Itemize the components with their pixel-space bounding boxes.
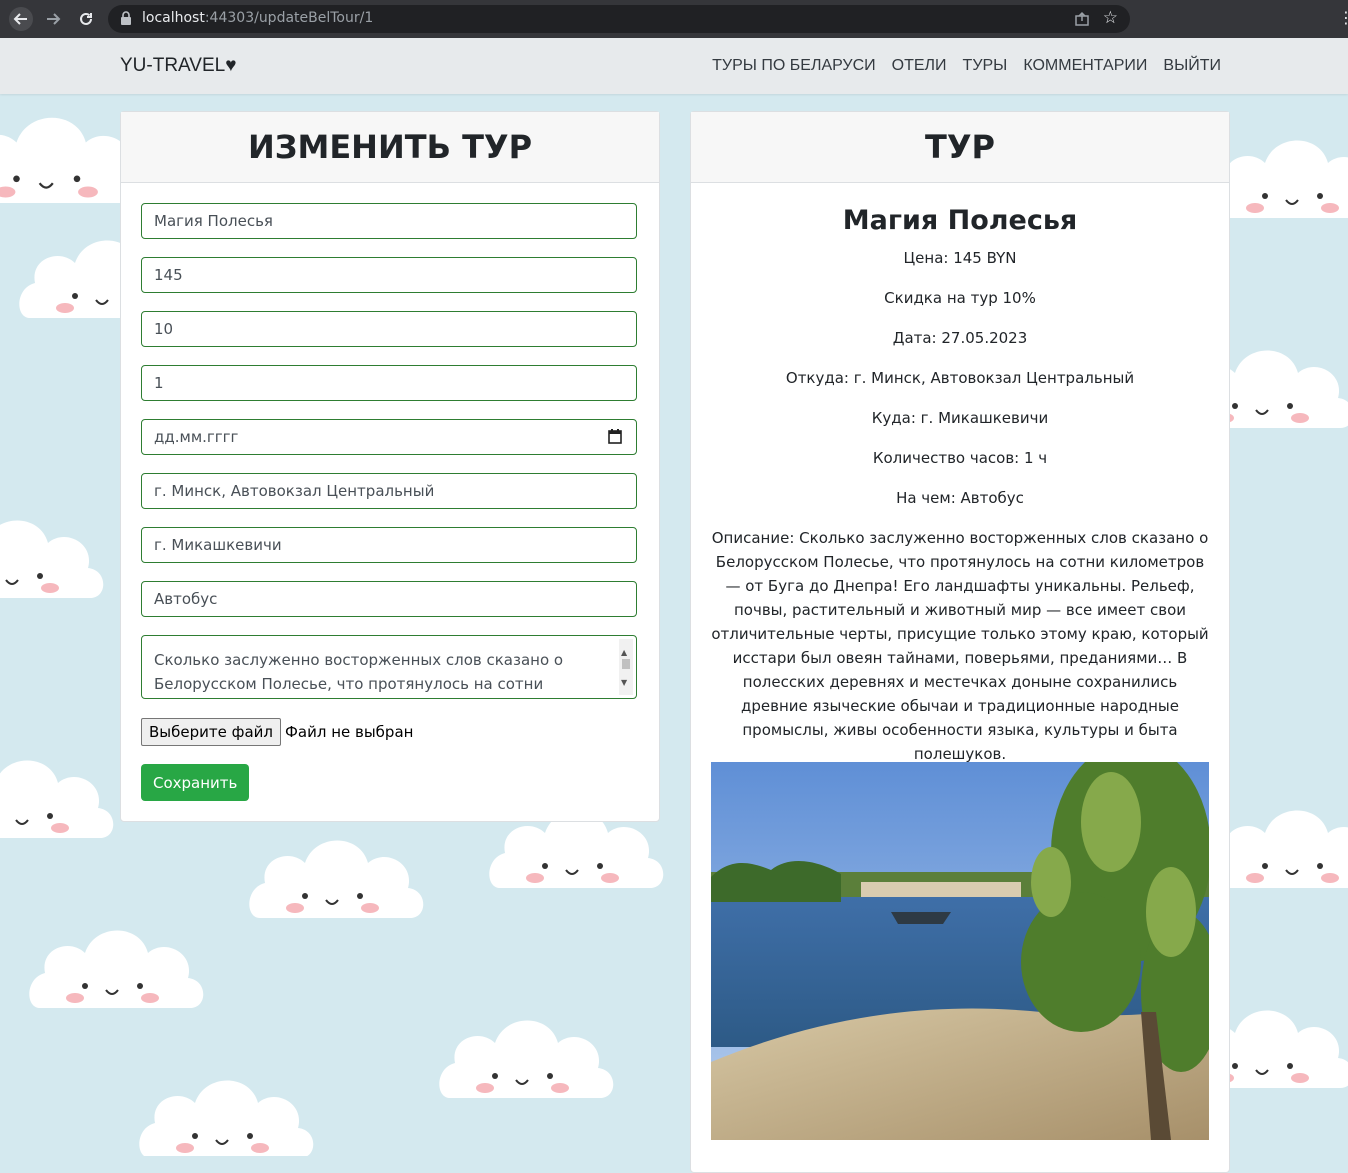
- file-status: Файл не выбран: [284, 723, 414, 741]
- tour-name-input[interactable]: Магия Полесья: [141, 203, 637, 239]
- tour-to: Куда: г. Микашкевичи: [871, 409, 1049, 427]
- date-input[interactable]: дд.мм.гггг: [141, 419, 637, 455]
- back-icon[interactable]: [9, 7, 33, 31]
- tour-details: Магия Полесья Цена: 145 BYN Скидка на ту…: [711, 183, 1209, 766]
- date-placeholder: дд.мм.гггг: [154, 428, 239, 446]
- tour-description: Описание: Сколько заслуженно восторженны…: [711, 529, 1209, 763]
- nav-link-belarus-tours[interactable]: ТУРЫ ПО БЕЛАРУСИ: [712, 57, 876, 75]
- scroll-thumb[interactable]: [622, 659, 630, 669]
- tour-from: Откуда: г. Минск, Автовокзал Центральный: [785, 369, 1135, 387]
- tour-view-card: ТУР Магия Полесья Цена: 145 BYN Скидка н…: [690, 111, 1230, 1173]
- scroll-down-icon[interactable]: ▼: [621, 671, 627, 695]
- tour-hours: Количество часов: 1 ч: [872, 449, 1048, 467]
- river-landscape-image: [711, 762, 1209, 1140]
- description-text: Сколько заслуженно восторженных слов ска…: [154, 651, 564, 693]
- nav-link-hotels[interactable]: ОТЕЛИ: [892, 57, 947, 75]
- price-input[interactable]: 145: [141, 257, 637, 293]
- choose-file-button[interactable]: Выберите файл: [141, 718, 281, 746]
- site-navbar: YU-TRAVEL♥ ТУРЫ ПО БЕЛАРУСИ ОТЕЛИ ТУРЫ К…: [0, 38, 1348, 94]
- tour-photo: [711, 762, 1209, 1140]
- tour-view-title: ТУР: [691, 112, 1229, 183]
- hours-input[interactable]: 1: [141, 365, 637, 401]
- departure-input[interactable]: г. Минск, Автовокзал Центральный: [141, 473, 637, 509]
- tour-date: Дата: 27.05.2023: [892, 329, 1028, 347]
- tour-name: Магия Полесья: [842, 205, 1078, 236]
- destination-input[interactable]: г. Микашкевичи: [141, 527, 637, 563]
- browser-menu-icon[interactable]: ⋮: [1338, 8, 1348, 27]
- share-icon[interactable]: [1074, 11, 1090, 31]
- forward-icon[interactable]: [41, 7, 65, 31]
- bookmark-star-icon[interactable]: ☆: [1103, 8, 1118, 28]
- discount-input[interactable]: 10: [141, 311, 637, 347]
- reload-icon[interactable]: [74, 7, 98, 31]
- textarea-scrollbar[interactable]: ▲ ▼: [619, 639, 633, 695]
- brand-logo[interactable]: YU-TRAVEL♥: [120, 55, 237, 77]
- calendar-icon[interactable]: [608, 429, 622, 448]
- nav-link-comments[interactable]: КОММЕНТАРИИ: [1023, 57, 1147, 75]
- edit-tour-title: ИЗМЕНИТЬ ТУР: [121, 112, 659, 183]
- address-bar[interactable]: localhost:44303/updateBelTour/1 ☆: [108, 5, 1130, 33]
- tour-transport: На чем: Автобус: [896, 489, 1024, 507]
- tour-discount: Скидка на тур 10%: [884, 289, 1036, 307]
- lock-icon[interactable]: [120, 11, 132, 30]
- url-text: localhost:44303/updateBelTour/1: [142, 10, 374, 26]
- edit-tour-card: ИЗМЕНИТЬ ТУР Магия Полесья 145 10 1 дд.м…: [120, 111, 660, 822]
- save-button[interactable]: Сохранить: [141, 764, 250, 801]
- browser-toolbar: localhost:44303/updateBelTour/1 ☆ ⋮: [0, 0, 1348, 38]
- file-upload-row: Выберите файл Файл не выбран: [141, 718, 413, 746]
- description-textarea[interactable]: Сколько заслуженно восторженных слов ска…: [141, 635, 637, 699]
- nav-link-tours[interactable]: ТУРЫ: [963, 57, 1008, 75]
- nav-links: ТУРЫ ПО БЕЛАРУСИ ОТЕЛИ ТУРЫ КОММЕНТАРИИ …: [712, 57, 1221, 75]
- transport-input[interactable]: Автобус: [141, 581, 637, 617]
- nav-link-logout[interactable]: ВЫЙТИ: [1163, 57, 1221, 75]
- tour-price: Цена: 145 BYN: [903, 249, 1017, 267]
